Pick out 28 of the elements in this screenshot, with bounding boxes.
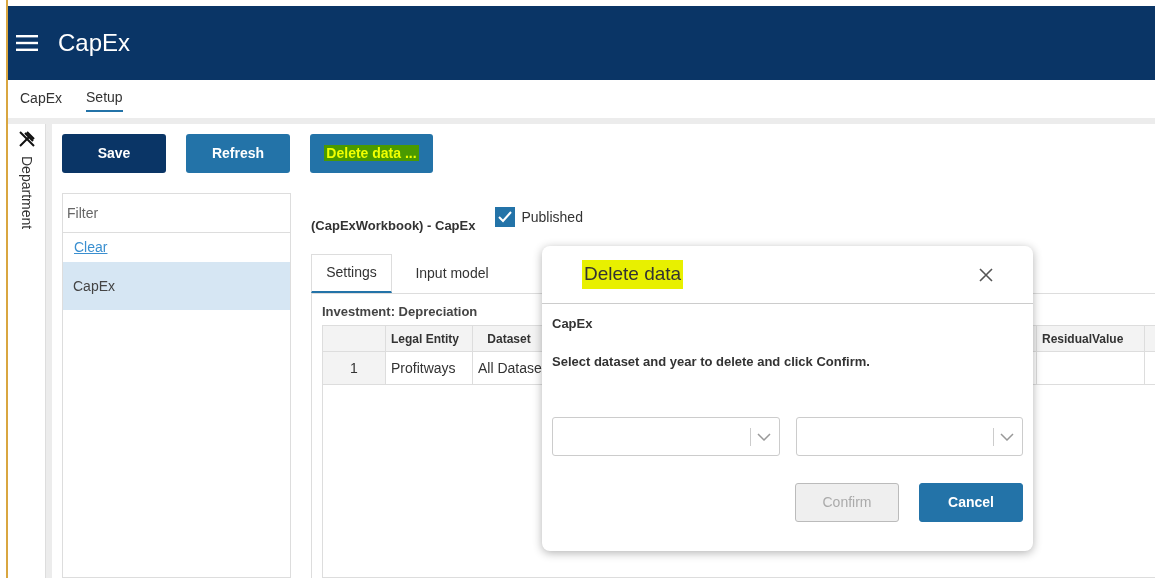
dialog-title: Delete data <box>582 260 684 289</box>
chevron-down-icon <box>756 432 771 441</box>
table-cell: Profitways <box>386 352 473 385</box>
chevron-down-icon <box>1000 432 1014 441</box>
row-number: 1 <box>323 352 386 385</box>
filter-list-item[interactable]: CapEx <box>63 262 290 310</box>
nav-link[interactable]: CapEx <box>20 87 63 111</box>
app-title: CapEx <box>58 28 131 58</box>
published-label: Published <box>521 208 583 227</box>
nav-link[interactable]: Setup <box>86 86 123 112</box>
column-header: Legal Entity <box>386 326 473 352</box>
close-icon[interactable] <box>979 267 993 282</box>
column-header: Dataset <box>473 326 545 352</box>
grid-title: Investment: Depreciation <box>322 302 479 321</box>
refresh-button[interactable]: Refresh <box>186 134 290 173</box>
menu-icon[interactable] <box>16 35 38 51</box>
workbook-heading: (CapExWorkbook) - CapEx <box>311 217 476 235</box>
column-header: ResidualValue <box>1037 326 1145 352</box>
tab[interactable]: Input model <box>392 253 512 293</box>
save-button[interactable]: Save <box>62 134 166 173</box>
side-panel-label[interactable]: Department <box>16 156 37 230</box>
published-checkbox[interactable] <box>495 207 516 227</box>
unpin-icon[interactable] <box>17 130 36 148</box>
cancel-button[interactable]: Cancel <box>919 483 1023 522</box>
clear-link[interactable]: Clear <box>63 233 119 262</box>
tab[interactable]: Settings <box>311 253 392 293</box>
dialog-message: Select dataset and year to delete and click Confirm. <box>552 352 871 371</box>
dialog-subtitle: CapEx <box>552 315 594 333</box>
